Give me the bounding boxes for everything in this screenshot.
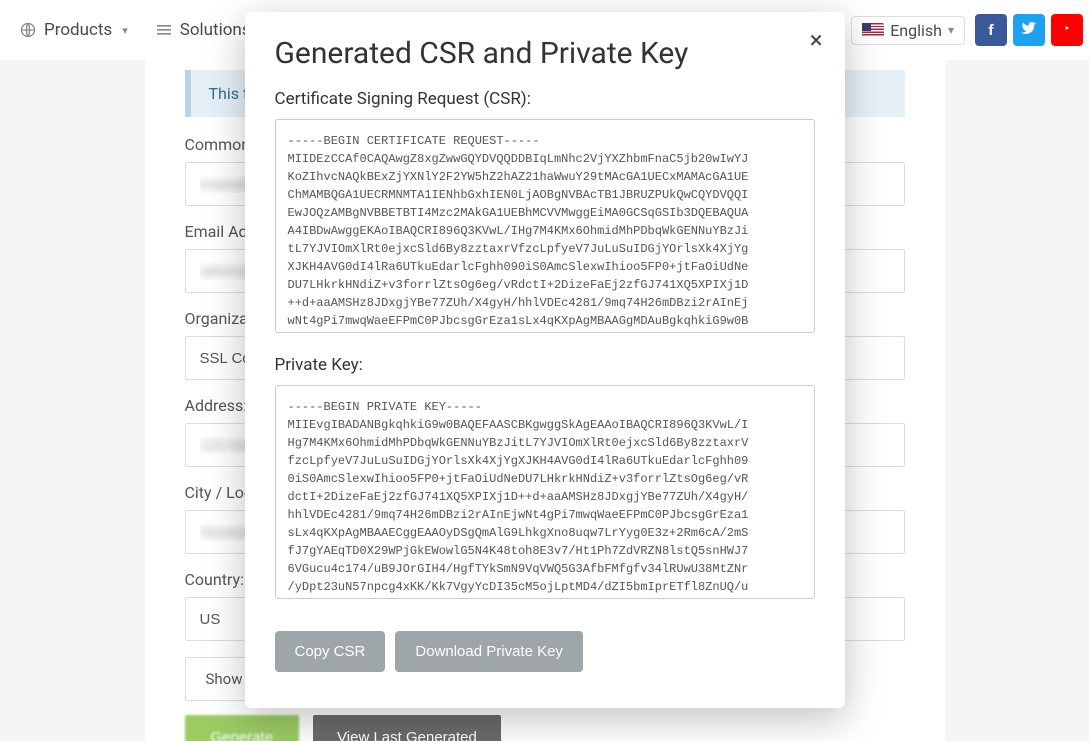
modal-overlay: × Generated CSR and Private Key Certific… <box>0 0 1089 741</box>
private-key-textarea[interactable] <box>275 385 815 599</box>
private-key-label: Private Key: <box>275 355 815 375</box>
close-button[interactable]: × <box>810 28 823 52</box>
modal-title: Generated CSR and Private Key <box>275 36 815 71</box>
download-pk-button[interactable]: Download Private Key <box>395 631 583 672</box>
csr-textarea[interactable] <box>275 119 815 333</box>
csr-label: Certificate Signing Request (CSR): <box>275 89 815 109</box>
copy-csr-button[interactable]: Copy CSR <box>275 631 386 672</box>
copy-csr-label: Copy CSR <box>295 643 366 660</box>
close-icon: × <box>810 26 823 54</box>
csr-modal: × Generated CSR and Private Key Certific… <box>245 12 845 708</box>
download-pk-label: Download Private Key <box>415 643 563 660</box>
